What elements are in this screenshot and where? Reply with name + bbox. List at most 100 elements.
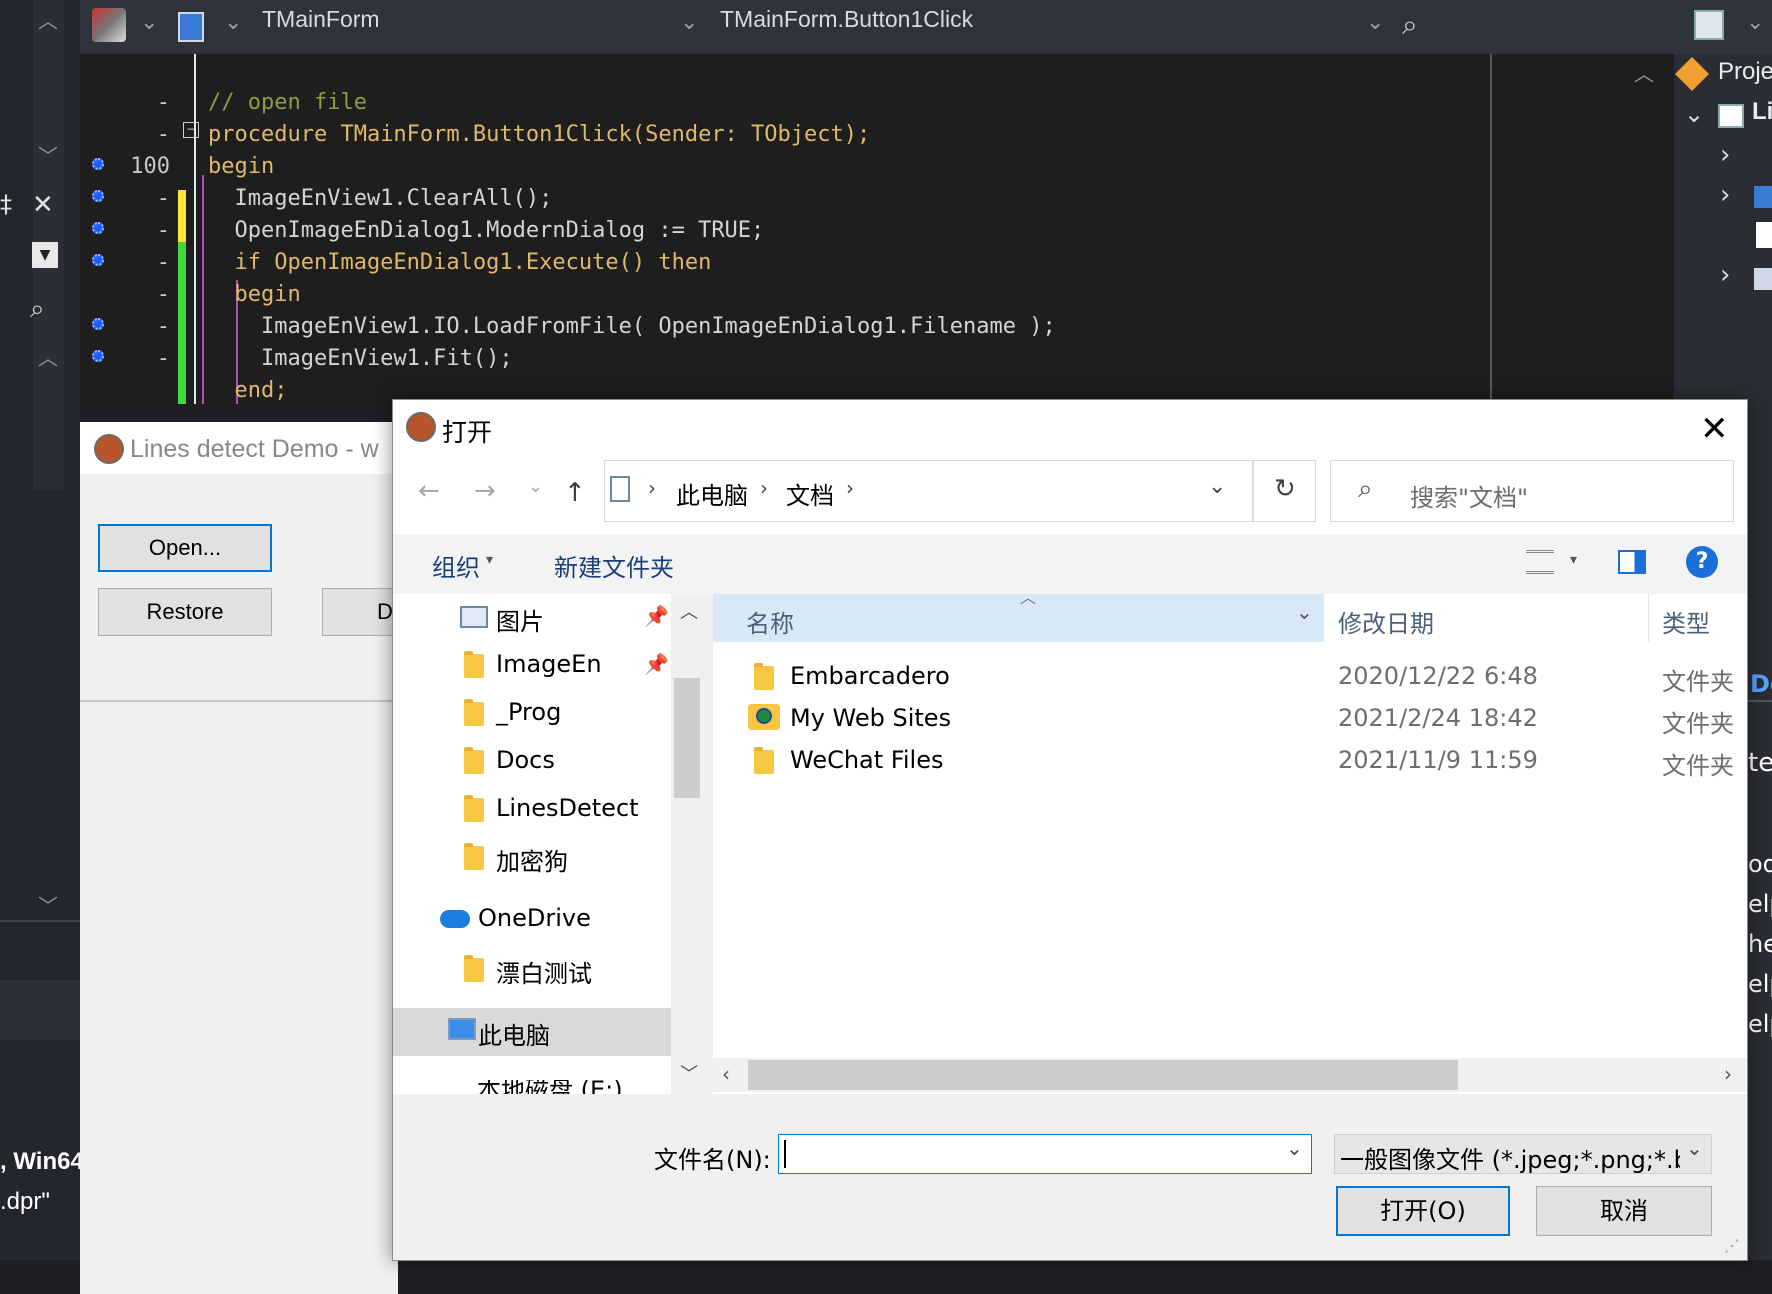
project-item-label[interactable]: Li xyxy=(1752,98,1772,126)
code-line: begin xyxy=(208,282,301,307)
platform-text: , Win64 xyxy=(0,1148,84,1175)
nav-item-imageen[interactable]: ImageEn xyxy=(496,650,602,678)
folder-icon xyxy=(464,699,484,726)
breadcrumb-separator-icon[interactable]: › xyxy=(760,476,768,500)
side-fragment: he xyxy=(1748,930,1772,958)
nav-item-docs[interactable]: Docs xyxy=(496,746,555,774)
help-icon[interactable]: ? xyxy=(1686,546,1718,578)
nav-scrollbar[interactable] xyxy=(671,594,703,1094)
file-row-type: 文件夹 xyxy=(1662,710,1734,738)
open-button[interactable]: Open... xyxy=(98,524,272,572)
scroll-down-icon[interactable]: ﹀ xyxy=(38,890,58,919)
chevron-down-icon[interactable]: ⌄ xyxy=(1684,100,1704,128)
nav-item-onedrive[interactable]: OneDrive xyxy=(478,904,591,932)
file-row-name[interactable]: WeChat Files xyxy=(790,746,943,774)
nav-item-prog[interactable]: _Prog xyxy=(496,698,561,726)
file-row-name[interactable]: Embarcadero xyxy=(790,662,950,690)
chevron-down-icon[interactable]: ⌄ xyxy=(1366,10,1384,35)
file-row-type: 文件夹 xyxy=(1662,752,1734,780)
code-line: procedure TMainForm.Button1Click(Sender:… xyxy=(208,122,871,147)
cancel-button[interactable]: 取消 xyxy=(1536,1186,1712,1236)
scroll-up-icon[interactable]: ︿ xyxy=(680,598,698,624)
back-icon[interactable]: ← xyxy=(418,478,440,504)
unit-selector[interactable]: TMainForm xyxy=(262,6,380,33)
method-selector[interactable]: TMainForm.Button1Click xyxy=(720,6,973,33)
nav-item-local-disk[interactable]: 本地磁盘 (E:) xyxy=(477,1080,623,1094)
nav-item-linesdetect[interactable]: LinesDetect xyxy=(496,794,639,822)
divider xyxy=(1252,460,1254,522)
scroll-right-icon[interactable]: › xyxy=(1724,1062,1732,1086)
file-row-name[interactable]: My Web Sites xyxy=(790,704,951,732)
new-item-icon[interactable] xyxy=(1694,10,1724,40)
chevron-right-icon[interactable]: › xyxy=(1720,180,1730,210)
scroll-up-icon[interactable]: ︿ xyxy=(38,342,58,371)
nav-item-this-pc[interactable]: 此电脑 xyxy=(478,1016,550,1051)
scroll-up-icon[interactable]: ︿ xyxy=(38,5,58,34)
ide-left-footer xyxy=(0,980,80,1040)
chevron-down-icon[interactable]: ⌄ xyxy=(1208,474,1226,499)
pin-icon[interactable]: 📌 xyxy=(644,652,669,676)
sort-ascending-icon: ︿ xyxy=(1020,588,1037,607)
scroll-down-icon[interactable]: ﹀ xyxy=(38,140,58,169)
pin-icon[interactable]: 📌 xyxy=(644,604,669,628)
line-number: - xyxy=(156,250,170,275)
chevron-down-icon[interactable]: ⌄ xyxy=(680,10,698,35)
search-icon[interactable]: ⌕ xyxy=(30,294,45,325)
scroll-thumb[interactable] xyxy=(748,1060,1458,1090)
dropdown-arrow-icon[interactable]: ▾ xyxy=(486,552,493,568)
resize-grip-icon[interactable]: ⋰ xyxy=(1724,1236,1740,1255)
column-header-name[interactable]: 名称 xyxy=(746,604,794,639)
preview-pane-icon[interactable] xyxy=(1618,550,1646,574)
line-number: - xyxy=(156,282,170,307)
breadcrumb-this-pc[interactable]: 此电脑 xyxy=(676,476,748,511)
pin-icon[interactable]: ‡ xyxy=(0,190,12,218)
dropdown-arrow-icon[interactable]: ▾ xyxy=(1570,552,1577,568)
folder-icon xyxy=(464,651,484,678)
fold-collapse-icon[interactable]: − xyxy=(183,122,199,138)
view-details-icon[interactable] xyxy=(1526,550,1554,574)
breadcrumb-documents[interactable]: 文档 xyxy=(786,476,834,511)
chevron-down-icon[interactable]: ⌄ xyxy=(1286,1136,1303,1160)
chevron-right-icon[interactable]: › xyxy=(1720,260,1730,290)
filename-input[interactable] xyxy=(778,1134,1312,1174)
line-number: - xyxy=(156,314,170,339)
unit-icon xyxy=(92,8,126,42)
project-label[interactable]: Proje xyxy=(1718,58,1772,86)
chevron-down-icon[interactable]: ⌄ xyxy=(224,10,242,35)
column-header-date[interactable]: 修改日期 xyxy=(1338,604,1434,639)
chevron-down-icon[interactable]: ⌄ xyxy=(140,10,158,35)
chevron-down-icon[interactable]: ⌄ xyxy=(1686,1136,1703,1160)
breadcrumb-separator-icon[interactable]: › xyxy=(648,476,656,500)
change-marker xyxy=(178,242,186,404)
panel-dropdown-icon[interactable]: ▼ xyxy=(32,242,58,268)
globe-icon xyxy=(756,708,772,724)
organize-menu[interactable]: 组织 xyxy=(432,548,480,583)
dialog-title: 打开 xyxy=(442,419,493,447)
search-icon[interactable]: ⌕ xyxy=(1402,8,1418,42)
splitter[interactable] xyxy=(703,594,713,1094)
refresh-icon[interactable]: ↻ xyxy=(1274,474,1296,504)
nav-item-pictures[interactable]: 图片 xyxy=(496,602,544,637)
up-icon[interactable]: ↑ xyxy=(564,478,586,508)
chevron-down-icon[interactable]: ⌄ xyxy=(1746,10,1764,35)
scroll-left-icon[interactable]: ‹ xyxy=(722,1062,730,1086)
nav-item-dongle[interactable]: 加密狗 xyxy=(496,842,568,877)
chevron-down-icon[interactable]: ⌄ xyxy=(528,478,543,496)
column-filter-icon[interactable]: ⌄ xyxy=(1296,600,1313,624)
breadcrumb-separator-icon[interactable]: › xyxy=(846,476,854,500)
open-button[interactable]: 打开(O) xyxy=(1336,1186,1510,1236)
forward-icon[interactable]: → xyxy=(474,478,496,504)
nav-item-onedrive-folder[interactable]: 漂白测试 xyxy=(496,954,592,989)
restore-button[interactable]: Restore xyxy=(98,588,272,636)
new-folder-button[interactable]: 新建文件夹 xyxy=(554,548,674,583)
column-header-type[interactable]: 类型 xyxy=(1662,604,1710,639)
scroll-up-icon[interactable]: ︿ xyxy=(1634,58,1654,87)
close-panel-icon[interactable]: ✕ xyxy=(32,190,54,220)
chevron-right-icon[interactable]: › xyxy=(1720,140,1730,170)
search-box[interactable] xyxy=(1330,460,1734,522)
third-button[interactable]: D xyxy=(322,588,398,636)
scroll-thumb[interactable] xyxy=(674,678,700,798)
search-input[interactable]: 搜索"文档" xyxy=(1410,478,1528,513)
scroll-down-icon[interactable]: ﹀ xyxy=(680,1060,698,1086)
close-icon[interactable]: ✕ xyxy=(1700,412,1729,446)
